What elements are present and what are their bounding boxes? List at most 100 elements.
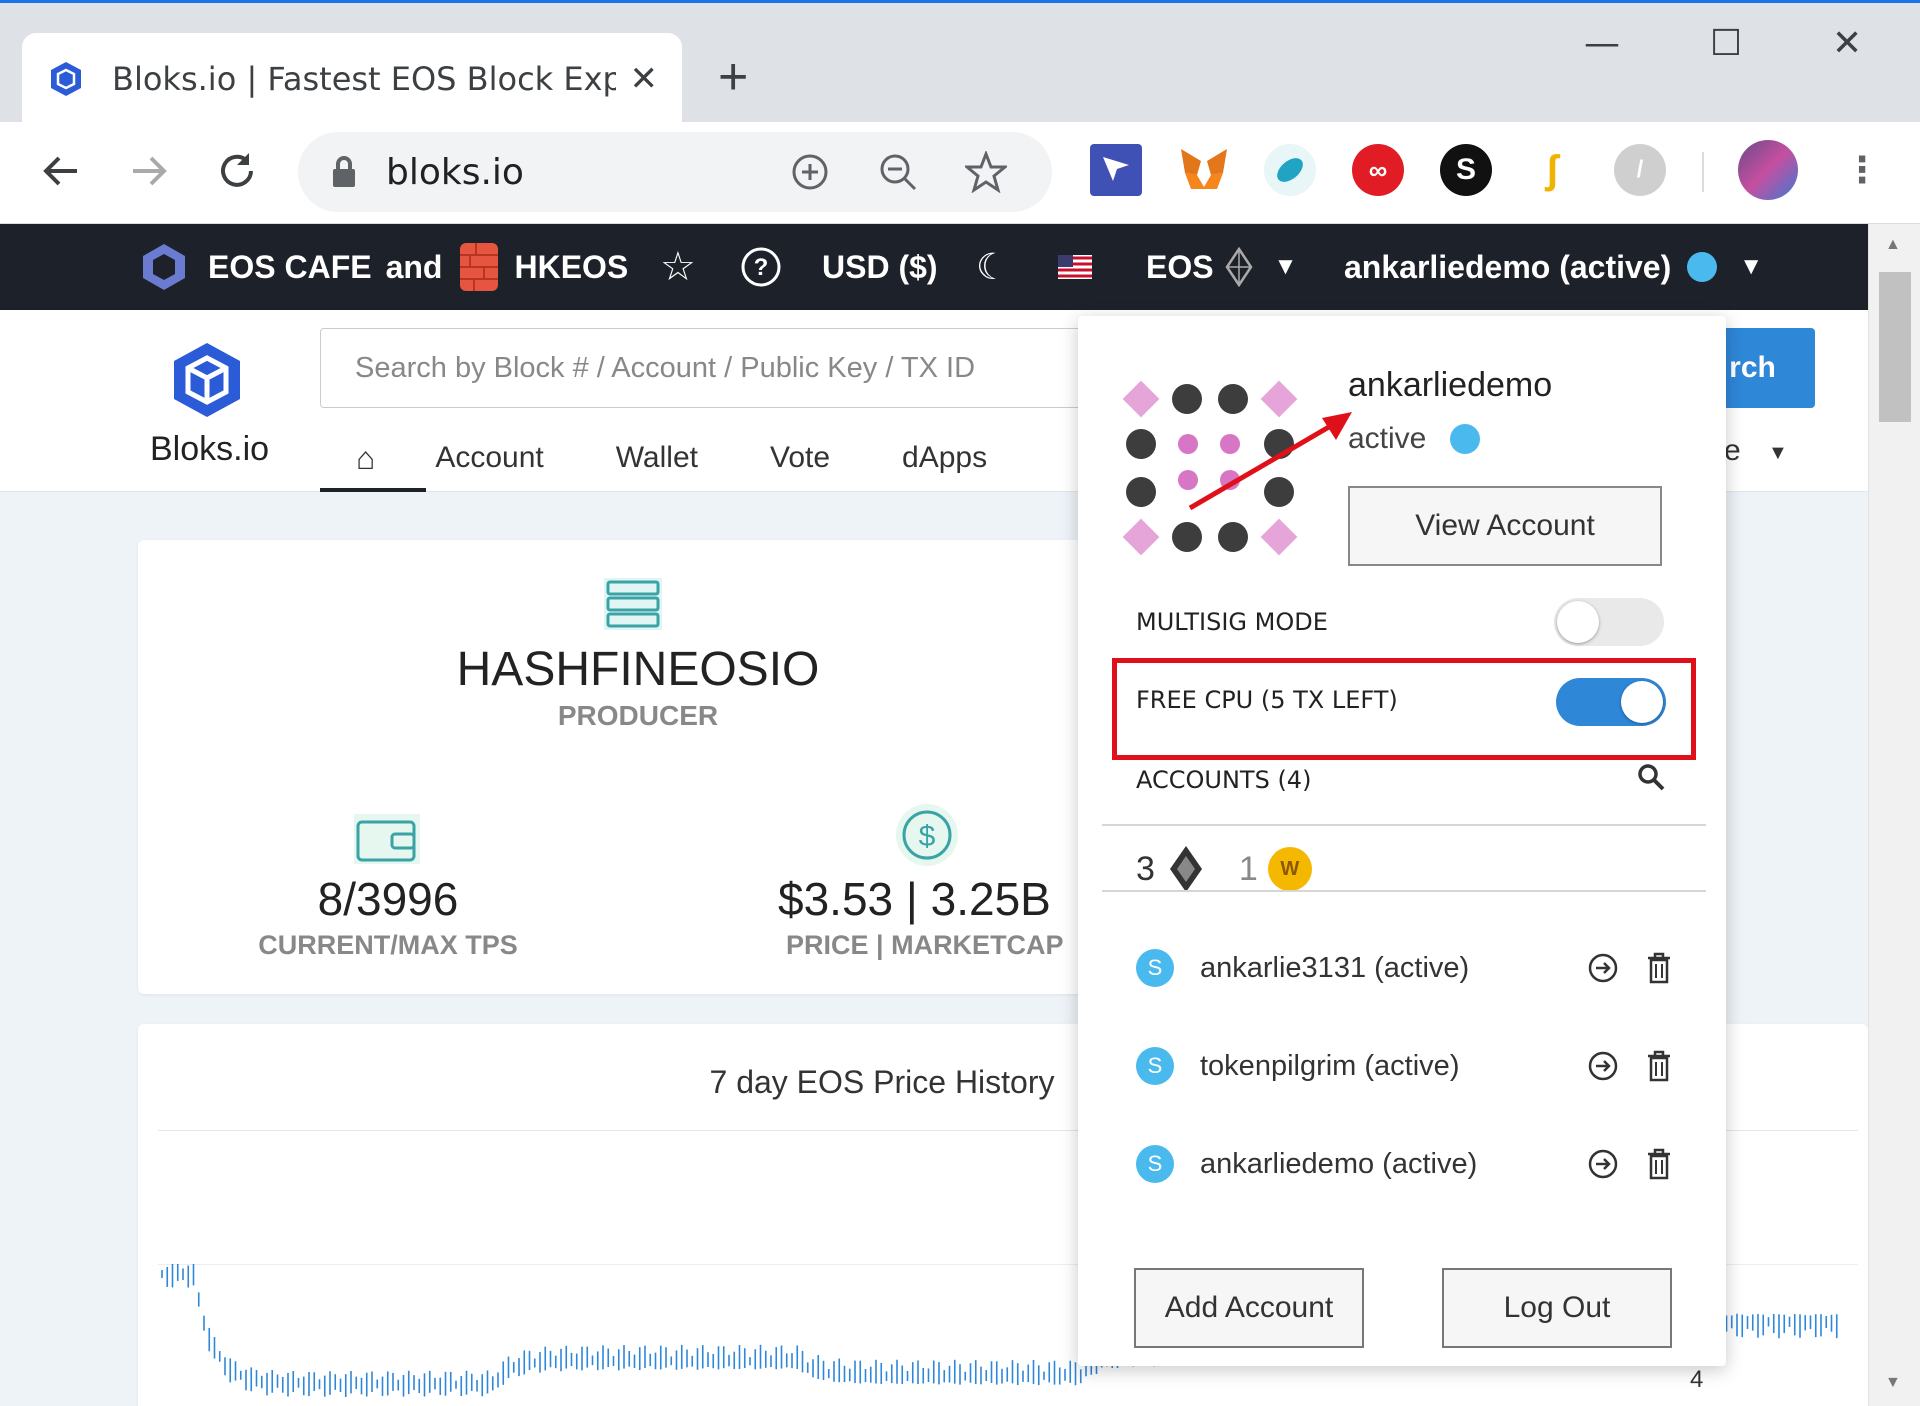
zoom-out-icon[interactable]	[876, 150, 920, 194]
accounts-divider-bottom	[1102, 890, 1706, 892]
window-close-icon[interactable]: ✕	[1832, 23, 1862, 64]
lock-icon	[333, 156, 355, 187]
network-selector[interactable]: EOS ▼	[1146, 247, 1297, 287]
top-bar: EOS CAFE and HKEOS ☆ ? USD ($) ☾ EOS ▼ a…	[0, 224, 1868, 310]
annotation-arrow	[1188, 412, 1352, 511]
account-menu[interactable]: ankarliedemo (active) ▼	[1344, 249, 1763, 286]
sponsor-1-label: EOS CAFE	[208, 248, 372, 285]
tab-wallet[interactable]: Wallet	[616, 441, 698, 475]
ear-extension-icon[interactable]: ʃ	[1526, 144, 1578, 196]
search-input[interactable]: Search by Block # / Account / Public Key…	[320, 328, 1120, 408]
link-extension-icon[interactable]: ∞	[1352, 144, 1404, 196]
multisig-toggle[interactable]	[1554, 598, 1664, 646]
switch-account-icon[interactable]	[1586, 1049, 1620, 1083]
multisig-label: MULTISIG MODE	[1136, 608, 1328, 636]
address-bar[interactable]: bloks.io	[298, 132, 1052, 212]
leaf-extension-icon[interactable]	[1264, 144, 1316, 196]
svg-text:?: ?	[754, 254, 769, 281]
scatter-account-icon: S	[1136, 1047, 1174, 1085]
toolbar-divider	[1702, 152, 1704, 192]
more-menu-label[interactable]: e	[1724, 434, 1741, 468]
hkeos-logo-icon	[460, 243, 499, 291]
chart-axis-label: 4	[1690, 1366, 1704, 1393]
wax-chain-icon[interactable]: W	[1267, 847, 1312, 891]
eos-cafe-logo-icon	[143, 244, 185, 290]
log-out-button[interactable]: Log Out	[1442, 1268, 1672, 1348]
accounts-search-icon[interactable]	[1636, 762, 1666, 792]
page-scrollbar[interactable]: ▲ ▼	[1868, 224, 1920, 1406]
account-list-item[interactable]: S tokenpilgrim (active)	[1136, 1036, 1676, 1096]
panel-permission: active	[1348, 422, 1481, 456]
sponsor-join-label: and	[385, 248, 443, 285]
view-account-button[interactable]: View Account	[1348, 486, 1662, 566]
us-flag-icon[interactable]	[1058, 255, 1092, 279]
home-icon[interactable]: ⌂	[356, 440, 375, 477]
reload-icon[interactable]	[210, 144, 264, 198]
delete-account-icon[interactable]	[1642, 951, 1676, 985]
maximize-icon[interactable]: ☐	[1710, 23, 1742, 64]
grey-extension-icon[interactable]: /	[1614, 144, 1666, 196]
main-nav: ⌂ Account Wallet Vote dApps	[320, 424, 1059, 492]
bloks-logo-icon[interactable]	[170, 340, 244, 420]
tps-label: CURRENT/MAX TPS	[258, 930, 518, 960]
new-tab-icon[interactable]: +	[718, 47, 748, 107]
wax-count: 1	[1238, 849, 1258, 888]
currency-selector[interactable]: USD ($)	[822, 249, 938, 286]
account-dropdown-panel: ankarliedemo active View Account MULTISI…	[1078, 316, 1726, 1366]
browser-tab[interactable]: Bloks.io | Fastest EOS Block Explo ✕	[22, 33, 682, 125]
network-label: EOS	[1146, 248, 1214, 285]
back-icon[interactable]	[34, 144, 88, 198]
switch-account-icon[interactable]	[1586, 1147, 1620, 1181]
browser-tabstrip: Bloks.io | Fastest EOS Block Explo ✕ + —…	[0, 0, 1920, 125]
account-list-item[interactable]: S ankarlie3131 (active)	[1136, 938, 1676, 998]
scroll-thumb[interactable]	[1879, 272, 1911, 422]
extension-arrow-icon[interactable]	[1090, 144, 1142, 196]
forward-icon[interactable]	[122, 144, 176, 198]
eos-count: 3	[1136, 849, 1155, 888]
tab-close-icon[interactable]: ✕	[630, 59, 659, 99]
account-list-name: ankarlie3131 (active)	[1200, 951, 1470, 984]
help-icon[interactable]: ?	[740, 246, 782, 288]
free-cpu-toggle[interactable]	[1556, 678, 1666, 726]
add-account-button[interactable]: Add Account	[1134, 1268, 1364, 1348]
tab-account[interactable]: Account	[435, 441, 543, 475]
dollar-coin-icon: $	[896, 804, 958, 866]
sponsor-2-label: HKEOS	[514, 248, 629, 285]
delete-account-icon[interactable]	[1642, 1049, 1676, 1083]
logo-text[interactable]: Bloks.io	[150, 430, 269, 469]
eos-logo-icon	[1225, 247, 1253, 287]
wallet-icon	[354, 814, 420, 864]
account-caret-icon: ▼	[1739, 253, 1764, 280]
minimize-icon[interactable]: —	[1584, 23, 1620, 64]
bookmark-star-icon[interactable]	[964, 150, 1008, 194]
chrome-menu-icon[interactable]: ⋮	[1836, 144, 1888, 196]
scatter-extension-icon[interactable]: S	[1440, 144, 1492, 196]
zoom-in-icon[interactable]	[788, 150, 832, 194]
server-icon	[604, 578, 662, 630]
tab-dapps[interactable]: dApps	[902, 441, 987, 475]
free-cpu-toggle-knob	[1621, 681, 1663, 723]
home-tab-underline	[320, 488, 426, 492]
favorite-star-icon[interactable]: ☆	[660, 244, 696, 290]
free-cpu-label: FREE CPU (5 TX LEFT)	[1136, 686, 1398, 714]
profile-avatar[interactable]	[1738, 140, 1798, 200]
more-caret-icon[interactable]: ▼	[1768, 442, 1788, 465]
network-caret-icon: ▼	[1273, 253, 1298, 280]
scroll-down-icon[interactable]: ▼	[1885, 1374, 1901, 1392]
eos-chain-icon[interactable]	[1167, 844, 1205, 894]
sponsor-banner[interactable]: EOS CAFE and HKEOS	[138, 241, 628, 293]
switch-account-icon[interactable]	[1586, 951, 1620, 985]
producer-name[interactable]: HASHFINEOSIO	[138, 642, 1138, 697]
scatter-badge-icon	[1687, 252, 1718, 282]
producer-role: PRODUCER	[557, 700, 719, 731]
tab-title: Bloks.io | Fastest EOS Block Explo	[112, 60, 616, 98]
metamask-fox-icon[interactable]	[1178, 144, 1230, 196]
delete-account-icon[interactable]	[1642, 1147, 1676, 1181]
browser-toolbar: bloks.io ∞ S ʃ / ⋮	[0, 122, 1920, 224]
dark-mode-moon-icon[interactable]: ☾	[976, 246, 1008, 288]
scatter-small-icon	[1450, 424, 1481, 454]
scroll-up-icon[interactable]: ▲	[1885, 236, 1901, 254]
tps-value: 8/3996	[317, 873, 459, 925]
account-list-item[interactable]: S ankarliedemo (active)	[1136, 1134, 1676, 1194]
tab-vote[interactable]: Vote	[770, 441, 830, 475]
